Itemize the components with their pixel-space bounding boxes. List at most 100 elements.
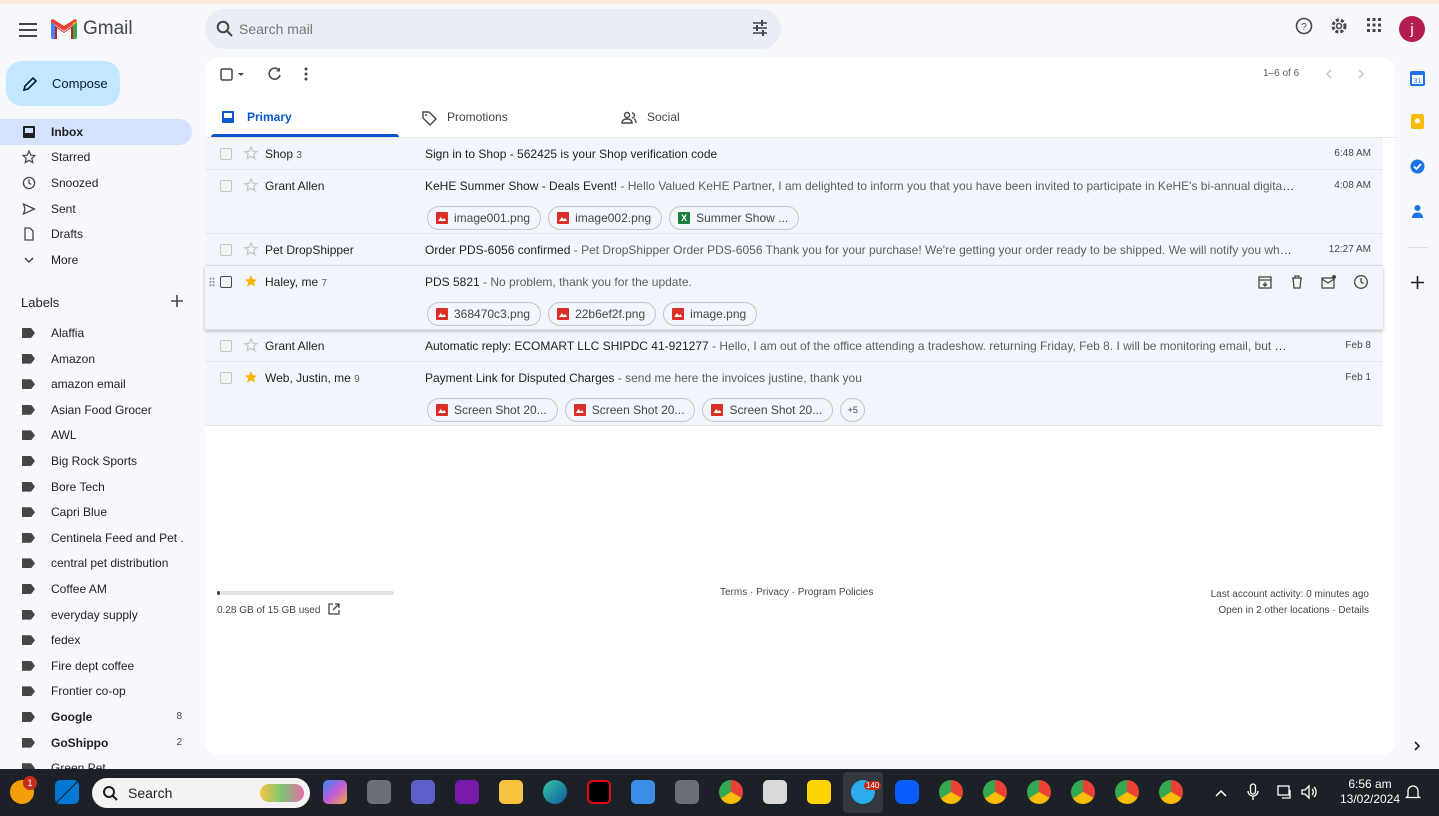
delete-icon[interactable] bbox=[1289, 274, 1305, 293]
label-item[interactable]: AWL bbox=[0, 423, 192, 448]
refresh-icon[interactable] bbox=[267, 66, 283, 87]
tab-primary[interactable]: Primary bbox=[211, 99, 399, 137]
label-item[interactable]: Bore Tech bbox=[0, 475, 192, 500]
account-avatar[interactable]: j bbox=[1399, 16, 1425, 42]
label-item[interactable]: amazon email bbox=[0, 372, 192, 397]
tasks-icon[interactable] bbox=[1409, 158, 1426, 180]
search-bar[interactable] bbox=[205, 9, 781, 49]
file-explorer-icon[interactable] bbox=[499, 780, 523, 804]
label-item[interactable]: Asian Food Grocer bbox=[0, 398, 192, 423]
row-checkbox[interactable] bbox=[220, 148, 232, 160]
attachment-chip[interactable]: 22b6ef2f.png bbox=[548, 302, 657, 326]
attachment-chip[interactable]: Screen Shot 20... bbox=[427, 398, 558, 422]
chrome-profile-icon[interactable] bbox=[983, 780, 1007, 804]
email-row[interactable]: Pet DropShipper Order PDS-6056 confirmed… bbox=[205, 234, 1383, 266]
snipping-tool-icon[interactable] bbox=[763, 780, 787, 804]
label-item[interactable]: Frontier co-op bbox=[0, 679, 192, 704]
email-row[interactable]: Grant Allen KeHE Summer Show - Deals Eve… bbox=[205, 170, 1383, 234]
chrome-profile-icon[interactable] bbox=[1071, 780, 1095, 804]
row-checkbox[interactable] bbox=[220, 180, 232, 192]
notepad-icon[interactable] bbox=[631, 780, 655, 804]
teams-icon[interactable] bbox=[411, 780, 435, 804]
label-item[interactable]: everyday supply bbox=[0, 603, 192, 628]
star-icon[interactable] bbox=[243, 145, 259, 163]
snooze-icon[interactable] bbox=[1353, 274, 1369, 293]
onenote-icon[interactable] bbox=[455, 780, 479, 804]
label-item[interactable]: Big Rock Sports bbox=[0, 449, 192, 474]
tab-social[interactable]: Social bbox=[611, 99, 799, 137]
star-filled-icon[interactable] bbox=[244, 370, 258, 387]
chrome-profile-icon[interactable] bbox=[939, 780, 963, 804]
attachment-chip[interactable]: Screen Shot 20... bbox=[702, 398, 834, 422]
label-item[interactable]: Amazon bbox=[0, 347, 192, 372]
label-item[interactable]: Capri Blue bbox=[0, 500, 192, 525]
expand-panel-icon[interactable] bbox=[1411, 738, 1423, 759]
attachment-chip[interactable]: image001.png bbox=[427, 206, 542, 230]
email-row[interactable]: Web, Justin, me 9 Payment Link for Disput… bbox=[205, 362, 1383, 426]
star-filled-icon[interactable] bbox=[244, 274, 258, 291]
drag-handle-icon[interactable] bbox=[209, 277, 215, 287]
zoom-icon[interactable] bbox=[895, 780, 919, 804]
edge-icon[interactable] bbox=[543, 780, 567, 804]
settings-gear-icon[interactable] bbox=[1330, 17, 1348, 35]
external-link-icon[interactable] bbox=[328, 603, 341, 618]
star-icon[interactable] bbox=[243, 177, 259, 195]
label-item[interactable]: GoShippo 2 bbox=[0, 731, 192, 756]
apps-grid-icon[interactable] bbox=[1366, 17, 1382, 33]
email-row[interactable]: Grant Allen Automatic reply: ECOMART LLC… bbox=[205, 330, 1383, 362]
calendar-icon[interactable]: 31 bbox=[1409, 70, 1426, 92]
archive-icon[interactable] bbox=[1257, 274, 1273, 293]
help-icon[interactable]: ? bbox=[1295, 17, 1313, 35]
chrome-profile-icon[interactable] bbox=[1115, 780, 1139, 804]
row-checkbox[interactable] bbox=[220, 276, 232, 288]
chrome-profile-icon[interactable] bbox=[1159, 780, 1183, 804]
newer-page-icon[interactable] bbox=[1323, 66, 1335, 87]
chrome-icon[interactable] bbox=[719, 780, 743, 804]
row-checkbox[interactable] bbox=[220, 372, 232, 384]
search-input[interactable] bbox=[239, 9, 719, 49]
more-options-icon[interactable] bbox=[300, 66, 312, 87]
volume-icon[interactable] bbox=[1301, 784, 1317, 805]
search-options-icon[interactable] bbox=[752, 20, 768, 36]
attachment-chip[interactable]: image.png bbox=[663, 302, 758, 326]
label-item[interactable]: fedex bbox=[0, 628, 192, 653]
add-addon-icon[interactable] bbox=[1409, 274, 1426, 296]
other-locations[interactable]: Open in 2 other locations · Details bbox=[1211, 603, 1369, 619]
network-icon[interactable] bbox=[1277, 784, 1293, 805]
mark-unread-icon[interactable] bbox=[1321, 274, 1337, 293]
more-attachments-chip[interactable]: +5 bbox=[840, 398, 866, 422]
contacts-icon[interactable] bbox=[1409, 203, 1426, 225]
label-item[interactable]: Coffee AM bbox=[0, 577, 192, 602]
label-item[interactable]: Centinela Feed and Pet ... bbox=[0, 526, 192, 551]
windows-start-icon[interactable] bbox=[55, 780, 79, 804]
attachment-chip[interactable]: image002.png bbox=[548, 206, 663, 230]
attachment-chip[interactable]: Screen Shot 20... bbox=[564, 398, 696, 422]
row-checkbox[interactable] bbox=[220, 340, 232, 352]
label-item[interactable]: Alaffia bbox=[0, 321, 192, 346]
attachment-chip[interactable]: X Summer Show ... bbox=[669, 206, 800, 230]
footer-links[interactable]: Terms · Privacy · Program Policies bbox=[720, 587, 873, 598]
select-all-checkbox[interactable] bbox=[220, 66, 246, 87]
tray-expand-icon[interactable] bbox=[1215, 785, 1227, 803]
star-icon[interactable] bbox=[243, 337, 259, 355]
older-page-icon[interactable] bbox=[1355, 66, 1367, 87]
sticky-notes-icon[interactable] bbox=[807, 780, 831, 804]
attachment-chip[interactable]: 368470c3.png bbox=[427, 302, 542, 326]
row-checkbox[interactable] bbox=[220, 244, 232, 256]
calculator-icon[interactable] bbox=[675, 780, 699, 804]
keep-icon[interactable] bbox=[1409, 113, 1426, 135]
copilot-icon[interactable] bbox=[323, 780, 347, 804]
label-item[interactable]: central pet distribution bbox=[0, 551, 192, 576]
label-item[interactable]: Green Pet bbox=[0, 756, 192, 769]
netflix-icon[interactable] bbox=[587, 780, 611, 804]
email-row[interactable]: Haley, me 7 PDS 5821 - No problem, thank … bbox=[205, 266, 1383, 330]
microphone-icon[interactable] bbox=[1247, 783, 1259, 806]
storage-text[interactable]: 0.28 GB of 15 GB used bbox=[217, 605, 320, 616]
email-row[interactable]: Shop 3 Sign in to Shop - 562425 is your S… bbox=[205, 138, 1383, 170]
label-item[interactable]: Google 8 bbox=[0, 705, 192, 730]
chrome-profile-icon[interactable] bbox=[1027, 780, 1051, 804]
notifications-icon[interactable] bbox=[1404, 784, 1422, 805]
star-icon[interactable] bbox=[243, 241, 259, 259]
system-clock[interactable]: 6:56 am 13/02/2024 bbox=[1336, 777, 1404, 807]
search-icon[interactable] bbox=[216, 20, 233, 37]
